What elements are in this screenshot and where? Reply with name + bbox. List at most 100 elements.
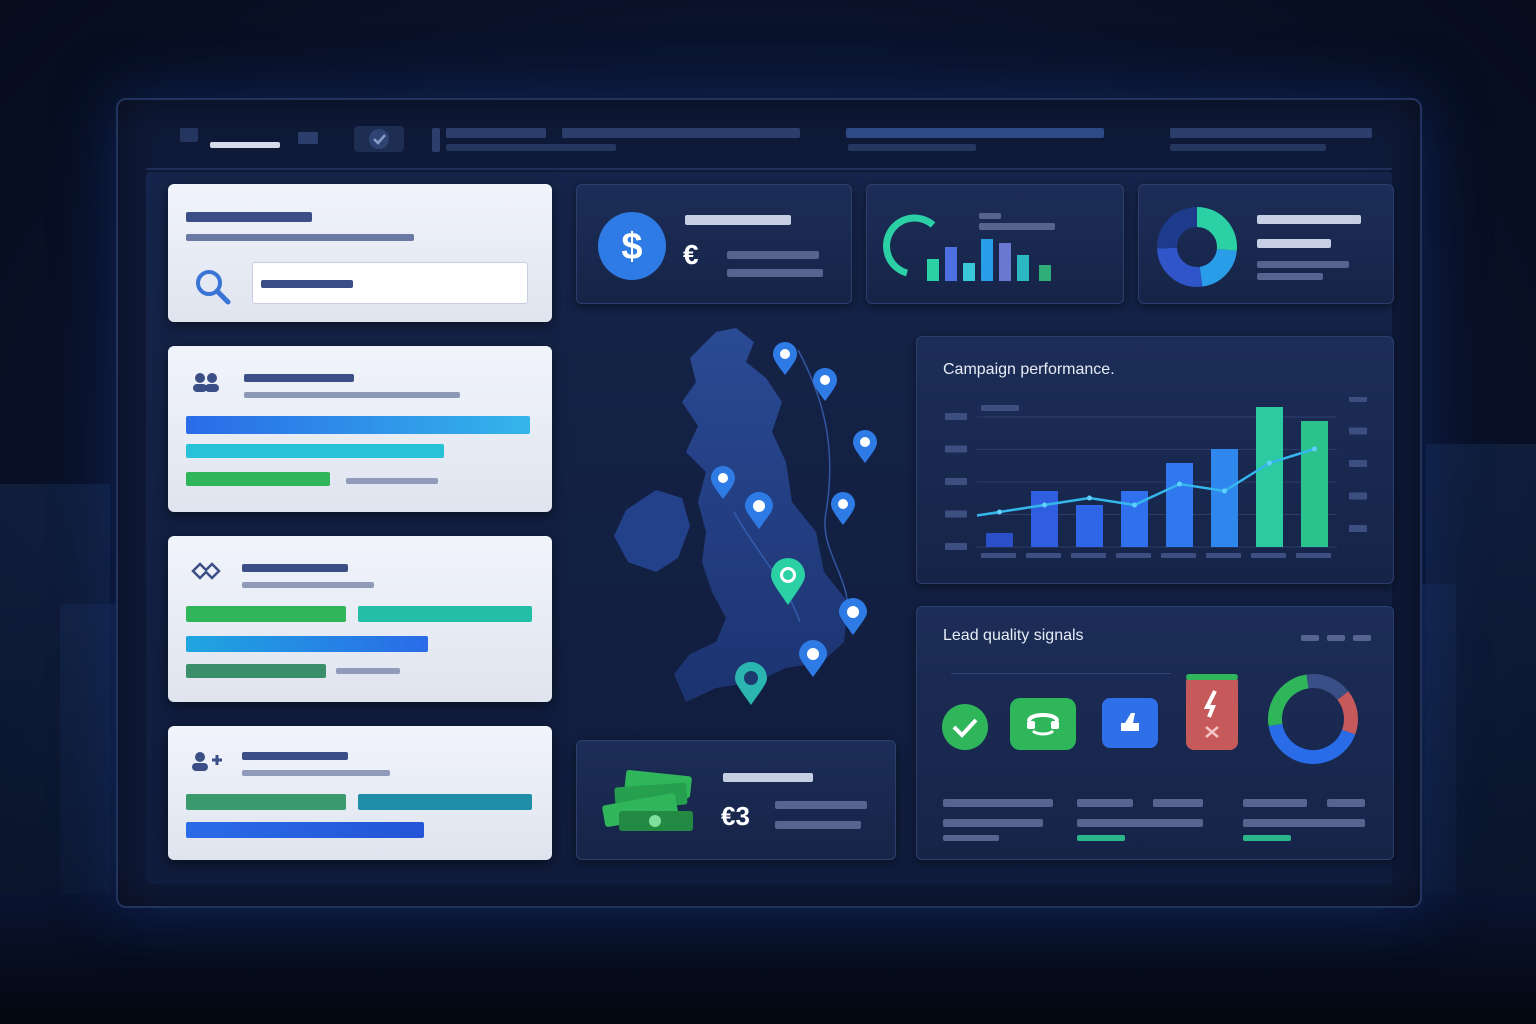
users-panel — [168, 346, 552, 512]
map-pin-icon[interactable] — [812, 368, 838, 402]
nav-check-button[interactable] — [354, 126, 404, 152]
metric-bar-3[interactable] — [186, 472, 330, 486]
metric-bar-2[interactable] — [186, 444, 444, 458]
thumb-up-icon[interactable] — [1101, 697, 1159, 749]
panel-heading — [244, 374, 354, 382]
cash-detail — [775, 801, 867, 809]
kpi-label — [1257, 215, 1361, 224]
card-menu-dot[interactable] — [1327, 635, 1345, 641]
card-menu-dot[interactable] — [1301, 635, 1319, 641]
map-pin-teal-icon[interactable] — [734, 662, 768, 706]
donut-chart — [1157, 207, 1237, 287]
check-icon[interactable] — [941, 703, 989, 751]
dollar-glyph: $ — [621, 226, 642, 268]
nav-subitem — [1170, 144, 1326, 151]
y-tick-label — [945, 510, 967, 518]
metric-bar-2[interactable] — [358, 794, 532, 810]
right-tick-label — [1349, 525, 1367, 532]
people-panel — [168, 726, 552, 860]
dollar-icon: $ — [598, 212, 666, 280]
chart-line-point — [997, 509, 1002, 515]
metric-bar-3[interactable] — [186, 636, 428, 652]
map-pin-icon[interactable] — [830, 492, 856, 526]
phone-icon[interactable] — [1009, 697, 1077, 751]
mini-bar — [963, 263, 975, 281]
metric-bar-1[interactable] — [186, 794, 346, 810]
divider — [951, 673, 1171, 674]
signal-indicator-green — [1243, 835, 1291, 841]
panel-heading — [186, 212, 312, 222]
mini-bar — [1017, 255, 1029, 281]
campaign-title: Campaign performance. — [943, 361, 1115, 378]
signal-label — [943, 835, 999, 841]
lead-quality-card[interactable]: Lead quality signals — [916, 606, 1394, 860]
signal-label — [1327, 799, 1365, 807]
kpi-card-distribution[interactable] — [1138, 184, 1394, 304]
signal-indicator-green — [1077, 835, 1125, 841]
map-pin-icon[interactable] — [798, 640, 828, 678]
map-pin-icon[interactable] — [772, 342, 798, 376]
mini-bar — [981, 239, 993, 281]
users-icon — [193, 373, 219, 392]
y-tick-label — [945, 413, 967, 420]
chart-legend-placeholder — [981, 405, 1019, 411]
kpi-label — [685, 215, 791, 225]
signal-label — [943, 819, 1043, 827]
x-tick-label — [1161, 553, 1196, 558]
nav-logo[interactable] — [210, 142, 280, 148]
nav-item[interactable] — [1170, 128, 1372, 138]
map-pin-icon[interactable] — [852, 430, 878, 464]
nav-grid-icon[interactable] — [298, 132, 318, 144]
search-panel — [168, 184, 552, 322]
cash-kpi-card[interactable]: €3 — [576, 740, 896, 860]
chart-bar — [986, 533, 1013, 547]
metric-caption — [336, 668, 400, 674]
signal-label — [1153, 799, 1203, 807]
map-pin-icon[interactable] — [744, 492, 774, 530]
alert-icon[interactable] — [1185, 673, 1239, 751]
background-building — [60, 604, 120, 904]
metric-bar-4[interactable] — [186, 664, 326, 678]
cash-value: €3 — [721, 801, 750, 831]
chart-line-point — [1087, 495, 1092, 501]
card-menu-dot[interactable] — [1353, 635, 1371, 641]
campaign-chart — [945, 397, 1367, 558]
kpi-value-line — [727, 269, 823, 277]
search-input[interactable] — [252, 262, 528, 304]
chart-bar — [1211, 449, 1238, 547]
metric-bar-3[interactable] — [186, 822, 424, 838]
kpi-card-gauge[interactable] — [866, 184, 1124, 304]
ireland-shape — [614, 490, 690, 572]
nav-item[interactable] — [446, 128, 546, 138]
x-tick-label — [981, 553, 1016, 558]
search-icon[interactable] — [192, 266, 236, 310]
nav-menu-icon[interactable] — [180, 128, 198, 142]
metric-bar-1[interactable] — [186, 606, 346, 622]
panel-heading — [242, 564, 348, 572]
cash-label — [723, 773, 813, 782]
metric-bar-2[interactable] — [358, 606, 532, 622]
lead-donut-chart — [1268, 674, 1358, 764]
signal-label — [1243, 819, 1365, 827]
panel-subheading — [186, 234, 414, 241]
kpi-value — [1257, 239, 1331, 248]
metric-bar-1[interactable] — [186, 416, 530, 434]
map-pin-icon[interactable] — [838, 598, 868, 636]
panel-subheading — [244, 392, 460, 398]
chart-bar — [1256, 407, 1283, 547]
map-pin-icon[interactable] — [710, 466, 736, 500]
campaign-performance-card[interactable]: Campaign performance. — [916, 336, 1394, 584]
nav-item[interactable] — [562, 128, 800, 138]
check-circle-icon — [369, 129, 389, 149]
chart-line-point — [1042, 502, 1047, 508]
x-tick-label — [1296, 553, 1331, 558]
map-pin-highlight-icon[interactable] — [770, 558, 806, 606]
nav-item-active[interactable] — [846, 128, 1104, 138]
x-tick-label — [1071, 553, 1106, 558]
signal-label — [1243, 799, 1307, 807]
x-tick-label — [1116, 553, 1151, 558]
kpi-card-revenue[interactable]: $ € — [576, 184, 852, 304]
cash-detail — [775, 821, 861, 829]
right-tick-label — [1349, 460, 1367, 467]
y-tick-label — [945, 478, 967, 485]
